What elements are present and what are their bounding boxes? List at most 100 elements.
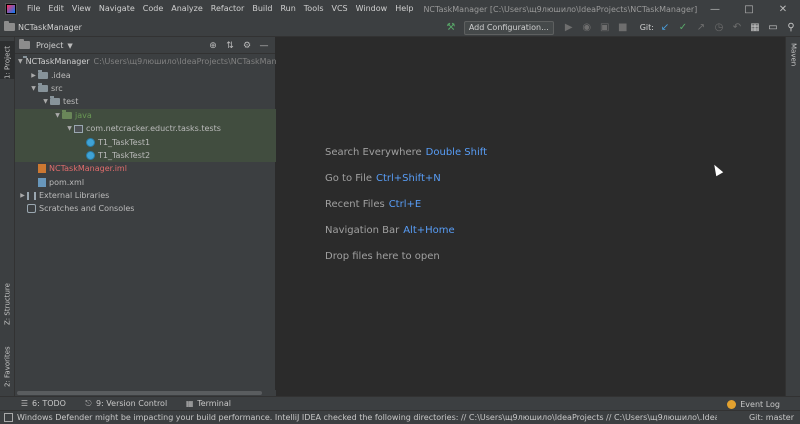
coverage-icon[interactable]: ▣ [597,20,613,36]
breadcrumb-project[interactable]: NCTaskManager [4,21,82,32]
tree-item-pom[interactable]: pom.xml [15,176,276,189]
scrollbar-thumb[interactable] [17,391,262,395]
panel-actions: ⊕ ⇅ ⚙ — [203,37,271,54]
todo-icon: ☰ [20,399,29,408]
run-icon[interactable]: ▶ [561,20,577,36]
hint-search-everywhere: Search Everywhere Double Shift [325,147,487,158]
tree-item-class2[interactable]: T1_TaskTest2 [15,148,276,163]
git-label: Git: [639,23,654,32]
scratches-icon [27,204,36,214]
tab-favorites[interactable]: 2: Favorites [0,337,15,387]
breadcrumb-project-label: NCTaskManager [18,22,82,32]
tree-item-java[interactable]: ▼ java [15,108,276,122]
tree-item-idea[interactable]: ▶ .idea [15,68,276,81]
hint-label: Navigation Bar [325,225,400,236]
tab-maven[interactable]: Maven [786,43,800,79]
menu-bar: File Edit View Navigate Code Analyze Ref… [0,0,800,18]
left-tool-strip: 1: Project Z: Structure 2: Favorites [0,37,15,396]
project-panel-header: Project ▼ ⊕ ⇅ ⚙ — [15,37,275,54]
warning-icon [727,399,737,409]
menu-help[interactable]: Help [391,0,417,18]
tree-item-label: Scratches and Consoles [39,204,135,214]
hide-panel-icon[interactable]: — [257,39,271,53]
window-controls: — □ ✕ [698,0,800,18]
build-hammer-icon[interactable]: ⚒ [443,20,459,36]
tab-version-control-label: 9: Version Control [95,399,168,408]
git-update-icon[interactable]: ↙ [657,20,673,36]
folder-icon [4,21,15,31]
presentation-mode-icon[interactable]: ▭ [765,20,781,36]
folder-icon [50,96,60,106]
tree-item-test[interactable]: ▼ test [15,95,276,108]
menu-edit[interactable]: Edit [44,0,68,18]
tab-project[interactable]: 1: Project [0,41,15,79]
project-view-selector[interactable]: Project ▼ [36,41,73,50]
menu-vcs[interactable]: VCS [328,0,352,18]
tab-structure[interactable]: Z: Structure [0,273,15,325]
project-tree: ▼ NCTaskManager C:\Users\щ9люшило\IdeaPr… [15,55,295,216]
gear-icon[interactable]: ⚙ [240,39,254,53]
tree-item-label: T1_TaskTest2 [98,150,151,160]
tree-item-package[interactable]: ▼ com.netcracker.eductr.tasks.tests [15,121,276,136]
tree-item-label: test [63,97,79,107]
git-commit-icon[interactable]: ✓ [675,20,691,36]
menu-code[interactable]: Code [139,0,167,18]
hint-navigation-bar: Navigation Bar Alt+Home [325,225,455,236]
hint-go-to-file: Go to File Ctrl+Shift+N [325,173,441,184]
hint-label: Recent Files [325,199,385,210]
tab-terminal-label: Terminal [197,399,231,408]
tree-item-label: java [75,110,92,120]
debug-icon[interactable]: ◉ [579,20,595,36]
tree-item-iml[interactable]: NCTaskManager.iml [15,162,276,175]
tree-item-class1[interactable]: T1_TaskTest1 [15,135,276,149]
hint-drop-files: Drop files here to open [325,251,440,262]
expanded-arrow-icon: ▼ [31,84,36,92]
tree-item-external-libraries[interactable]: ▶ External Libraries [15,189,276,202]
window-title: NCTaskManager [C:\Users\щ9люшило\IdeaPro… [423,4,698,14]
project-structure-icon[interactable]: ▦ [747,20,763,36]
tree-item-root[interactable]: ▼ NCTaskManager C:\Users\щ9люшило\IdeaPr… [15,55,295,68]
locate-icon[interactable]: ⊕ [206,39,220,53]
menu-refactor[interactable]: Refactor [207,0,249,18]
tab-version-control[interactable]: ⎋ 9: Version Control [84,399,167,408]
stop-icon[interactable]: ■ [615,20,631,36]
tree-item-scratches[interactable]: Scratches and Consoles [15,202,276,215]
collapse-all-icon[interactable]: ⇅ [223,39,237,53]
tree-item-src[interactable]: ▼ src [15,82,276,95]
menu-tools[interactable]: Tools [300,0,328,18]
menu-navigate[interactable]: Navigate [95,0,139,18]
minimize-icon[interactable]: — [698,0,732,18]
add-configuration-button[interactable]: Add Configuration... [463,20,554,35]
collapsed-arrow-icon: ▶ [20,192,25,200]
menu-view[interactable]: View [68,0,95,18]
project-panel: Project ▼ ⊕ ⇅ ⚙ — ▼ NCTaskManager C:\User… [15,37,295,396]
tree-item-label: src [51,83,63,93]
tab-terminal[interactable]: ▦ Terminal [185,399,231,408]
hint-shortcut: Alt+Home [403,225,455,236]
status-toggle-icon[interactable] [4,413,13,422]
git-push-icon[interactable]: ↗ [693,20,709,36]
rollback-icon[interactable]: ↶ [729,20,745,36]
tab-todo[interactable]: ☰ 6: TODO [20,399,66,408]
menu-run[interactable]: Run [276,0,299,18]
menu-file[interactable]: File [23,0,44,18]
tree-item-label: .idea [51,70,71,80]
git-branch-widget[interactable]: Git: master [749,411,794,424]
menu-window[interactable]: Window [352,0,392,18]
tab-event-log[interactable]: Event Log [727,397,780,411]
history-icon[interactable]: ◷ [711,20,727,36]
editor-empty-area[interactable]: Search Everywhere Double Shift Go to File… [277,37,785,396]
maximize-icon[interactable]: □ [732,0,766,18]
test-source-folder-icon [62,109,72,119]
search-icon[interactable]: ⚲ [783,20,799,36]
menu-analyze[interactable]: Analyze [167,0,207,18]
tab-maven-label: Maven [789,43,798,67]
expanded-arrow-icon: ▼ [67,125,72,133]
hint-shortcut: Ctrl+E [388,199,422,210]
project-view-label: Project [36,40,64,50]
menu-build[interactable]: Build [248,0,276,18]
class-icon [86,137,95,147]
status-message[interactable]: Windows Defender might be impacting your… [17,413,717,422]
tree-item-label: com.netcracker.eductr.tasks.tests [86,124,221,134]
close-icon[interactable]: ✕ [766,0,800,18]
